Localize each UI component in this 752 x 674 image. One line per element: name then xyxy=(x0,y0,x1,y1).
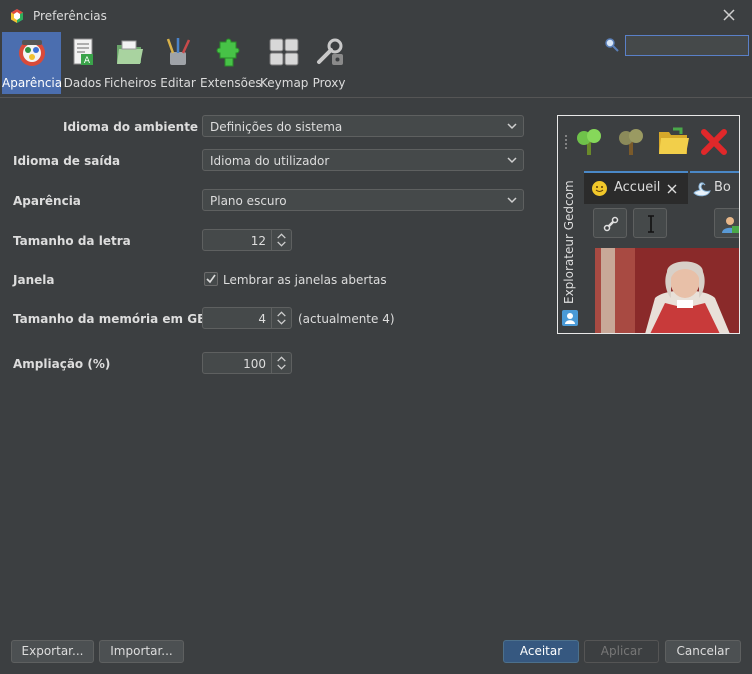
tab-data[interactable]: A Dados xyxy=(63,32,102,94)
font-size-spinner[interactable]: 12 xyxy=(202,229,292,251)
preview-tab-home: Accueil xyxy=(584,171,688,204)
tab-appearance-label: Aparência xyxy=(2,76,63,90)
memory-label: Tamanho da memória em GB xyxy=(13,312,207,326)
font-size-value: 12 xyxy=(250,234,266,248)
tab-keymap-label: Keymap xyxy=(260,76,309,90)
tab-edit-label: Editar xyxy=(160,76,196,90)
brown-tree-icon xyxy=(619,129,643,155)
output-language-label: Idioma de saída xyxy=(13,154,121,168)
preview-content xyxy=(584,204,739,333)
tab-files[interactable]: Ficheiros xyxy=(104,32,157,94)
toolbar-divider xyxy=(0,97,752,98)
accept-button[interactable]: Aceitar xyxy=(503,640,579,663)
checkmark-icon xyxy=(206,274,216,284)
tab-extensions-label: Extensões xyxy=(200,76,262,90)
app-logo-icon xyxy=(11,9,23,23)
proxy-icon xyxy=(317,38,343,65)
spinner-arrows-icon[interactable] xyxy=(271,308,291,328)
tab-proxy[interactable]: Proxy xyxy=(311,32,347,94)
look-label: Aparência xyxy=(13,194,81,208)
tab-appearance[interactable]: Aparência xyxy=(2,32,63,94)
tab-extensions[interactable]: Extensões xyxy=(200,32,262,94)
window-label: Janela xyxy=(13,273,55,287)
preview-tabs: Accueil Bo xyxy=(584,171,739,204)
export-button[interactable]: Exportar... xyxy=(11,640,94,663)
memory-spinner[interactable]: 4 xyxy=(202,307,292,329)
keyboard-icon xyxy=(269,38,298,66)
spinner-arrows-icon[interactable] xyxy=(271,230,291,250)
close-icon xyxy=(667,184,677,194)
green-tree-icon xyxy=(577,129,601,155)
close-icon[interactable] xyxy=(720,6,738,24)
search-input[interactable] xyxy=(625,35,749,56)
preview-tab-home-label: Accueil xyxy=(614,180,661,195)
output-language-value: Idioma do utilizador xyxy=(210,154,330,168)
grip-icon xyxy=(565,135,567,149)
font-size-label: Tamanho da letra xyxy=(13,234,131,248)
folder-icon xyxy=(659,127,689,154)
preview-tab-second-label: Bo xyxy=(714,180,731,195)
edit-tools-icon xyxy=(166,38,191,65)
tab-edit[interactable]: Editar xyxy=(159,32,197,94)
env-language-value: Definições do sistema xyxy=(210,120,343,134)
preview-person-button xyxy=(714,208,739,238)
env-language-label: Idioma do ambiente xyxy=(63,120,199,134)
apply-button[interactable]: Aplicar xyxy=(584,640,659,663)
chevron-down-icon xyxy=(507,197,517,204)
look-select[interactable]: Plano escuro xyxy=(202,189,524,211)
preview-side-panel: Explorateur Gedcom xyxy=(558,168,584,333)
theme-preview: Explorateur Gedcom Accueil Bo xyxy=(557,115,740,334)
env-language-select[interactable]: Definições do sistema xyxy=(202,115,524,137)
window-title: Preferências xyxy=(33,9,107,23)
swan-icon xyxy=(693,182,711,197)
chevron-down-icon xyxy=(507,157,517,164)
search-icon xyxy=(605,38,619,52)
data-icon: A xyxy=(73,38,93,66)
person-icon xyxy=(562,310,578,326)
portrait-image xyxy=(595,248,739,333)
title-bar: Preferências xyxy=(0,0,752,32)
preview-side-label: Explorateur Gedcom xyxy=(562,180,576,304)
folders-icon xyxy=(117,40,143,64)
remember-windows-label[interactable]: Lembrar as janelas abertas xyxy=(223,273,387,287)
import-button[interactable]: Importar... xyxy=(99,640,184,663)
cancel-button[interactable]: Cancelar xyxy=(665,640,741,663)
output-language-select[interactable]: Idioma do utilizador xyxy=(202,149,524,171)
delete-icon xyxy=(701,129,727,155)
remember-windows-checkbox[interactable] xyxy=(204,272,218,286)
preview-tab-second: Bo xyxy=(690,171,739,204)
link-icon xyxy=(603,216,619,232)
tab-files-label: Ficheiros xyxy=(104,76,157,90)
tab-keymap[interactable]: Keymap xyxy=(260,32,309,94)
zoom-value: 100 xyxy=(243,357,266,371)
text-cursor-icon xyxy=(648,215,654,233)
spinner-arrows-icon[interactable] xyxy=(271,353,291,373)
zoom-label: Ampliação (%) xyxy=(13,357,111,371)
tab-proxy-label: Proxy xyxy=(312,76,346,90)
appearance-icon xyxy=(18,40,45,66)
preview-toolbar xyxy=(558,116,739,168)
preview-link-button xyxy=(593,208,627,238)
zoom-spinner[interactable]: 100 xyxy=(202,352,292,374)
memory-value: 4 xyxy=(258,312,266,326)
svg-text:A: A xyxy=(83,56,90,66)
smiley-icon xyxy=(592,181,607,196)
preview-text-cursor-button xyxy=(633,208,667,238)
preferences-toolbar: Aparência A Dados Ficheiros Editar Exten… xyxy=(0,32,600,96)
puzzle-icon xyxy=(216,38,240,67)
memory-current-note: (actualmente 4) xyxy=(298,312,395,326)
tab-data-label: Dados xyxy=(63,76,102,90)
chevron-down-icon xyxy=(507,123,517,130)
look-value: Plano escuro xyxy=(210,194,287,208)
user-edit-icon xyxy=(722,217,739,233)
